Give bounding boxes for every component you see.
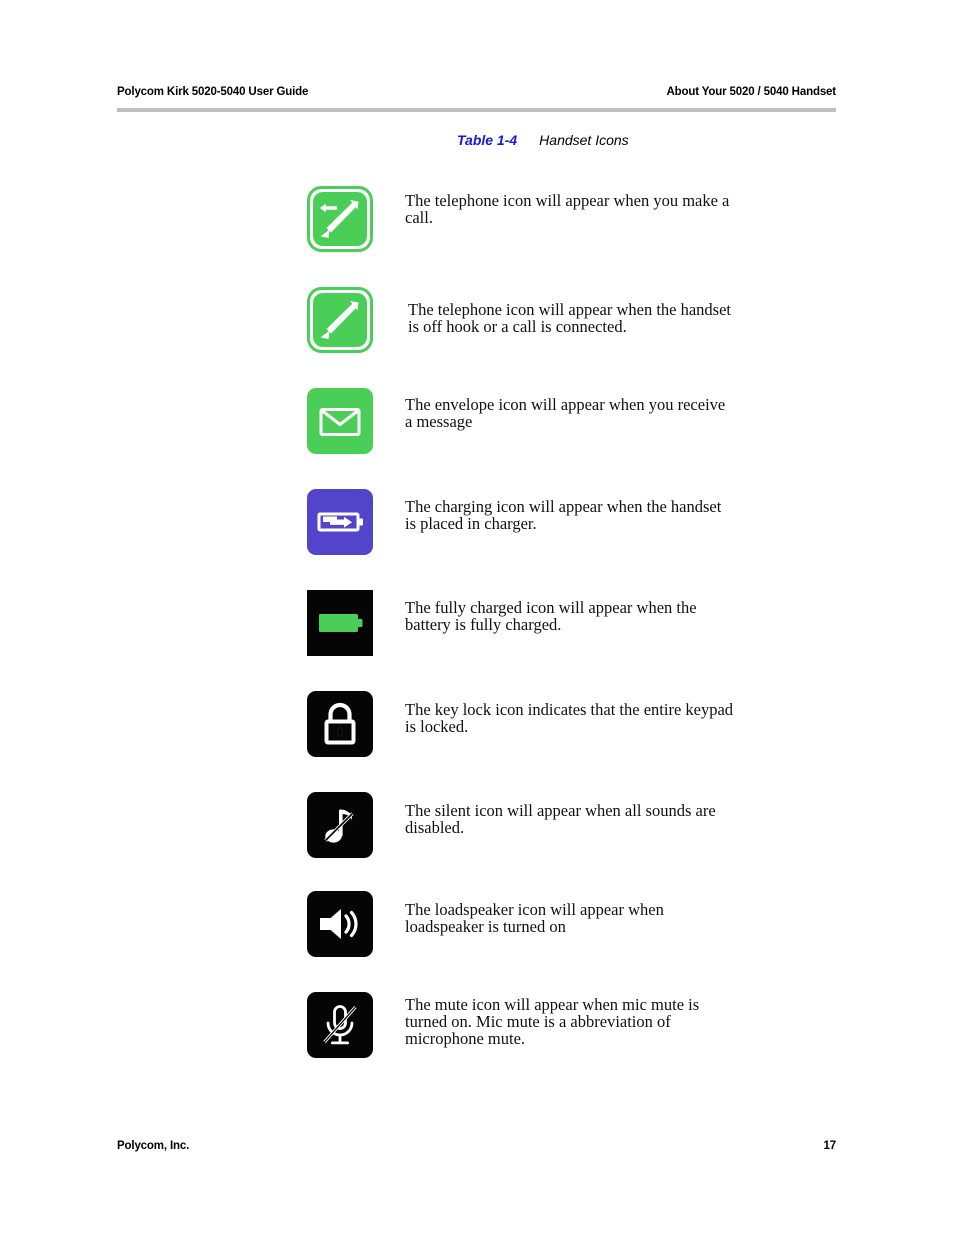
row-description: The telephone icon will appear when the … xyxy=(408,300,732,336)
table-caption-title: Handset Icons xyxy=(539,132,629,148)
header-chapter-title: About Your 5020 / 5040 Handset xyxy=(666,86,836,98)
outgoing-call-icon xyxy=(307,186,373,252)
page-footer: Polycom, Inc. 17 xyxy=(117,1140,836,1152)
icon-cell xyxy=(307,287,375,353)
icon-cell xyxy=(307,388,375,454)
mic-mute-icon xyxy=(307,992,373,1058)
table-row: The telephone icon will appear when the … xyxy=(307,287,867,353)
row-description: The fully charged icon will appear when … xyxy=(405,598,697,634)
loudspeaker-icon xyxy=(307,891,373,957)
table-row: The fully charged icon will appear when … xyxy=(307,590,867,656)
full-battery-icon xyxy=(307,590,373,656)
footer-page-number: 17 xyxy=(823,1140,837,1152)
row-description: The key lock icon indicates that the ent… xyxy=(405,700,734,736)
row-description: The envelope icon will appear when you r… xyxy=(405,395,726,431)
row-description: The telephone icon will appear when you … xyxy=(405,191,730,227)
envelope-icon xyxy=(307,388,373,454)
icon-cell xyxy=(307,590,375,656)
icon-cell xyxy=(307,992,375,1058)
icon-cell xyxy=(307,691,375,757)
key-lock-icon xyxy=(307,691,373,757)
icon-cell xyxy=(307,792,375,858)
footer-company: Polycom, Inc. xyxy=(117,1140,190,1152)
row-description: The charging icon will appear when the h… xyxy=(405,497,722,533)
table-caption: Table 1-4 Handset Icons xyxy=(457,132,629,150)
header-divider-rule xyxy=(117,108,836,112)
table-row: The mute icon will appear when mic mute … xyxy=(307,992,867,1058)
table-row: The telephone icon will appear when you … xyxy=(307,186,867,252)
silent-note-icon xyxy=(307,792,373,858)
table-row: The charging icon will appear when the h… xyxy=(307,489,867,555)
table-row: The loadspeaker icon will appear when lo… xyxy=(307,891,867,957)
running-header: Polycom Kirk 5020-5040 User Guide About … xyxy=(117,86,836,98)
table-row: The silent icon will appear when all sou… xyxy=(307,792,867,858)
offhook-call-icon xyxy=(307,287,373,353)
icon-cell xyxy=(307,489,375,555)
table-caption-label: Table 1-4 xyxy=(457,132,518,148)
document-page: Polycom Kirk 5020-5040 User Guide About … xyxy=(0,0,954,1235)
header-document-title: Polycom Kirk 5020-5040 User Guide xyxy=(117,86,309,98)
table-row: The key lock icon indicates that the ent… xyxy=(307,691,867,757)
row-description: The silent icon will appear when all sou… xyxy=(405,801,716,837)
icon-cell xyxy=(307,186,375,252)
icon-cell xyxy=(307,891,375,957)
table-row: The envelope icon will appear when you r… xyxy=(307,388,867,454)
row-description: The loadspeaker icon will appear when lo… xyxy=(405,900,664,936)
row-description: The mute icon will appear when mic mute … xyxy=(405,995,700,1048)
charging-battery-icon xyxy=(307,489,373,555)
